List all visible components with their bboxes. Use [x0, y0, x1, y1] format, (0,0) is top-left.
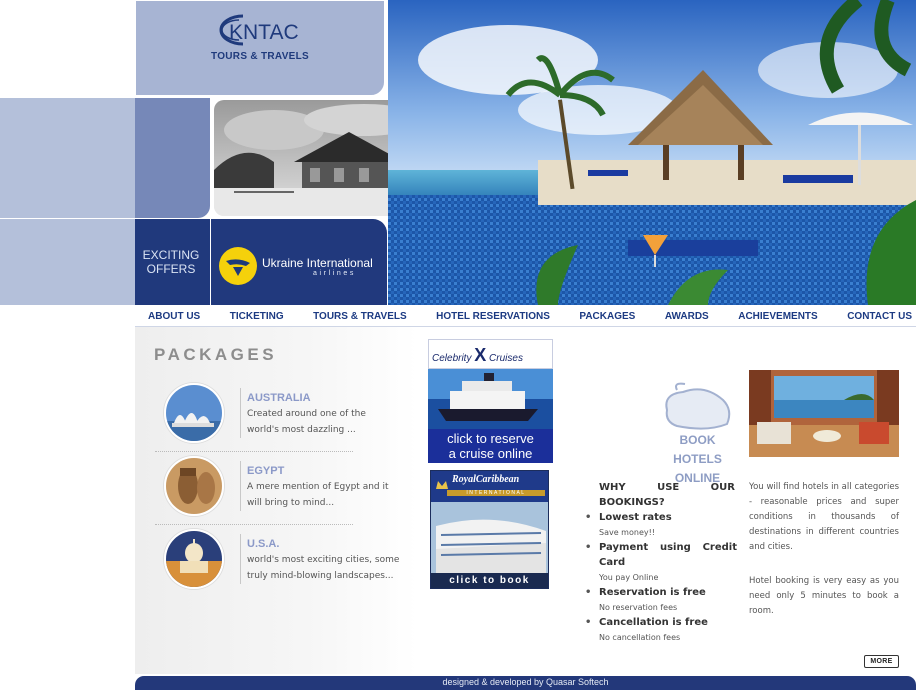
egypt-description: A mere mention of Egypt and it will brin…: [247, 479, 407, 511]
australia-desc-line1: Created around one of the: [247, 409, 366, 419]
royal-international-label: INTERNATIONAL: [447, 490, 545, 496]
usa-desc-line2: truly mind-blowing landscapes...: [247, 571, 394, 581]
reason-subtitle: You pay Online: [599, 573, 659, 582]
usa-thumbnail[interactable]: [164, 529, 224, 589]
packages-title: PACKAGES: [154, 345, 278, 364]
kntac-logo[interactable]: KNTAC: [205, 12, 310, 48]
pillow-icon: [657, 380, 737, 435]
celebrity-cta-line1: click to reserve: [447, 431, 534, 446]
celebrity-brand: Celebrity: [432, 353, 472, 364]
usa-description: world's most exciting cities, some truly…: [247, 552, 415, 584]
why-bookings-title: WHY USE OUR BOOKINGS?: [599, 482, 735, 508]
reason-subtitle: Save money!!: [599, 528, 656, 537]
reasons-list: Lowest rates Save money!! Payment using …: [585, 510, 737, 645]
reason-title: Cancellation is free: [599, 617, 708, 628]
reason-title: Lowest rates: [599, 512, 672, 523]
reason-title: Payment using Credit Card: [599, 542, 737, 568]
logo-tagline: TOURS & TRAVELS: [210, 51, 310, 62]
exciting-offers-label[interactable]: EXCITING OFFERS: [137, 248, 205, 276]
nav-tours-travels[interactable]: TOURS & TRAVELS: [313, 311, 407, 322]
nav-achievements[interactable]: ACHIEVEMENTS: [738, 311, 817, 322]
celebrity-x-icon: X: [474, 345, 487, 365]
celebrity-cruises-word: Cruises: [489, 353, 523, 364]
celebrity-logo: Celebrity X Cruises: [432, 345, 523, 366]
nav-awards[interactable]: AWARDS: [665, 311, 709, 322]
reason-item: Payment using Credit Card You pay Online: [585, 540, 737, 585]
exciting-line1: EXCITING: [142, 248, 200, 262]
australia-divider: [240, 388, 241, 438]
package-separator: [155, 451, 353, 452]
egypt-divider: [240, 461, 241, 511]
australia-thumbnail[interactable]: [164, 383, 224, 443]
nav-ticketing[interactable]: TICKETING: [230, 311, 284, 322]
package-separator: [155, 524, 353, 525]
hotel-room-photo: [749, 370, 899, 457]
usa-heading[interactable]: U.S.A.: [247, 538, 279, 550]
book-hotels-line1: BOOK HOTELS: [673, 433, 722, 466]
egypt-heading[interactable]: EGYPT: [247, 465, 284, 477]
more-button[interactable]: MORE: [864, 655, 899, 668]
usa-desc-line1: world's most exciting cities, some: [247, 555, 400, 565]
egypt-thumbnail[interactable]: [164, 456, 224, 516]
usa-divider: [240, 534, 241, 584]
logo-text: KNTAC: [229, 21, 299, 44]
hotel-description: You will find hotels in all categories -…: [749, 482, 899, 552]
reason-item: Lowest rates Save money!!: [585, 510, 737, 540]
royal-click-to-book[interactable]: click to book: [431, 573, 548, 588]
nav-hotel-reservations[interactable]: HOTEL RESERVATIONS: [436, 311, 550, 322]
reason-title: Reservation is free: [599, 587, 706, 598]
beach-hero-image: [388, 0, 916, 305]
crown-icon: [435, 476, 449, 489]
header-block-light: [0, 98, 135, 218]
australia-desc-line2: world's most dazzling ...: [247, 425, 356, 435]
celebrity-cta-line2: a cruise online: [448, 446, 533, 461]
celebrity-cta[interactable]: click to reserve a cruise online: [428, 431, 553, 461]
egypt-desc-line2: will bring to mind...: [247, 498, 335, 508]
reason-item: Reservation is free No reservation fees: [585, 585, 737, 615]
airline-subtitle: airlines: [313, 270, 356, 277]
reason-item: Cancellation is free No cancellation fee…: [585, 615, 737, 645]
nav-about-us[interactable]: ABOUT US: [148, 311, 200, 322]
airline-name: Ukraine International: [262, 256, 373, 270]
airline-logo-icon: [219, 247, 257, 285]
nav-packages[interactable]: PACKAGES: [579, 311, 635, 322]
footer-credit[interactable]: designed & developed by Quasar Softech: [135, 677, 916, 687]
egypt-desc-line1: A mere mention of Egypt and it: [247, 482, 389, 492]
australia-description: Created around one of the world's most d…: [247, 406, 407, 438]
nav-contact-us[interactable]: CONTACT US: [847, 311, 912, 322]
australia-heading[interactable]: AUSTRALIA: [247, 392, 311, 404]
exciting-line2: OFFERS: [146, 262, 196, 276]
header-block-mid: [135, 98, 210, 218]
reason-subtitle: No cancellation fees: [599, 633, 681, 642]
reason-subtitle: No reservation fees: [599, 603, 678, 612]
header-block-light-lower: [0, 219, 135, 305]
hotel-booking-note: Hotel booking is very easy as you need o…: [749, 576, 899, 616]
main-nav: ABOUT US TICKETING TOURS & TRAVELS HOTEL…: [135, 306, 916, 326]
royal-caribbean-brand: RoyalCaribbean: [452, 474, 520, 485]
